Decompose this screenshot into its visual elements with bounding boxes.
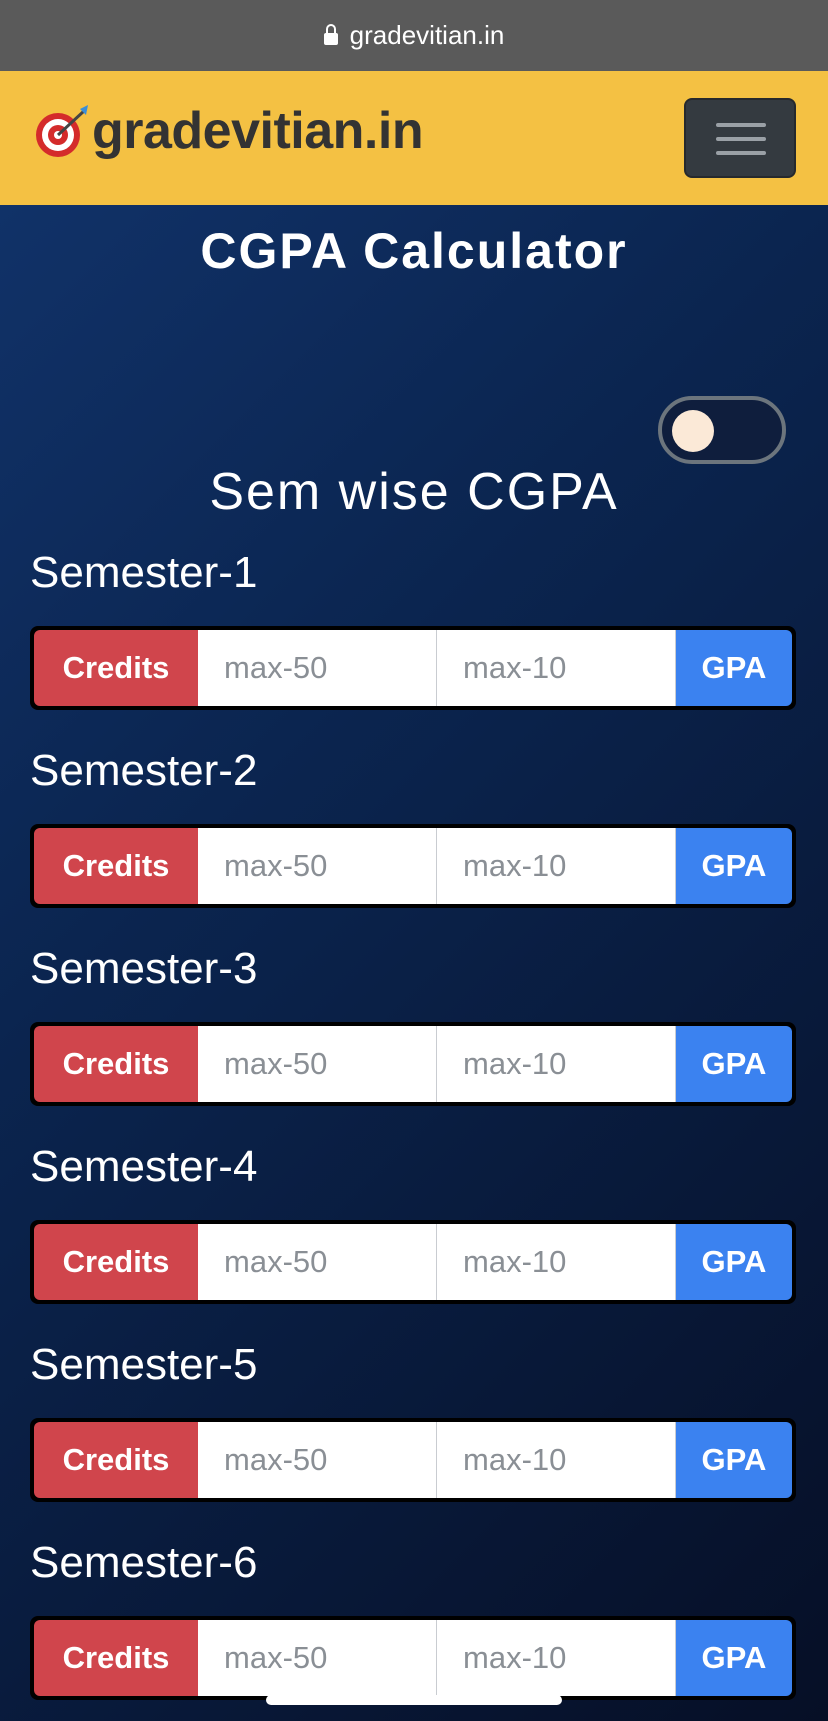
gpa-input[interactable]: max-10 xyxy=(437,1620,676,1696)
gpa-addon: GPA xyxy=(676,1422,792,1498)
input-group-row: Credits max-50 max-10 GPA xyxy=(34,1422,792,1498)
gpa-addon: GPA xyxy=(676,1224,792,1300)
credits-input[interactable]: max-50 xyxy=(198,1620,437,1696)
semester-label: Semester-2 xyxy=(30,746,258,795)
gpa-input[interactable]: max-10 xyxy=(437,630,676,706)
brand-link[interactable]: gradevitian.in xyxy=(32,101,424,161)
gpa-addon: GPA xyxy=(676,828,792,904)
semester-input-group: Credits max-50 max-10 GPA xyxy=(30,1022,796,1106)
semester-input-group: Credits max-50 max-10 GPA xyxy=(30,824,796,908)
credits-input[interactable]: max-50 xyxy=(198,1422,437,1498)
semester-input-group: Credits max-50 max-10 GPA xyxy=(30,1220,796,1304)
url-text: gradevitian.in xyxy=(349,20,505,50)
semester-label: Semester-1 xyxy=(30,548,258,597)
section-title: Sem wise CGPA xyxy=(209,463,619,521)
target-dart-icon xyxy=(36,105,88,157)
semester-input-group: Credits max-50 max-10 GPA xyxy=(30,1418,796,1502)
lock-icon xyxy=(323,23,338,45)
semester-input-group: Credits max-50 max-10 GPA xyxy=(30,626,796,710)
credits-addon: Credits xyxy=(34,1422,198,1498)
page-title: CGPA Calculator xyxy=(200,223,628,279)
gpa-addon: GPA xyxy=(676,1620,792,1696)
hamburger-icon-line xyxy=(716,137,766,141)
input-group-row: Credits max-50 max-10 GPA xyxy=(34,828,792,904)
gpa-addon: GPA xyxy=(676,630,792,706)
credits-input[interactable]: max-50 xyxy=(198,1224,437,1300)
input-group-row: Credits max-50 max-10 GPA xyxy=(34,630,792,706)
toggle-knob xyxy=(672,410,714,452)
credits-addon: Credits xyxy=(34,1224,198,1300)
menu-toggle-button[interactable] xyxy=(684,98,796,178)
gpa-input[interactable]: max-10 xyxy=(437,1224,676,1300)
semester-label: Semester-6 xyxy=(30,1538,258,1587)
navbar: gradevitian.in xyxy=(0,71,828,205)
semester-label: Semester-4 xyxy=(30,1142,258,1191)
gpa-addon: GPA xyxy=(676,1026,792,1102)
semester-label: Semester-3 xyxy=(30,944,258,993)
gpa-input[interactable]: max-10 xyxy=(437,828,676,904)
credits-addon: Credits xyxy=(34,1620,198,1696)
credits-addon: Credits xyxy=(34,630,198,706)
mode-toggle-switch[interactable] xyxy=(658,396,786,464)
input-group-row: Credits max-50 max-10 GPA xyxy=(34,1620,792,1696)
gpa-input[interactable]: max-10 xyxy=(437,1026,676,1102)
hamburger-icon-line xyxy=(716,151,766,155)
semester-input-group: Credits max-50 max-10 GPA xyxy=(30,1616,796,1700)
brand-name: gradevitian.in xyxy=(92,102,424,160)
credits-addon: Credits xyxy=(34,828,198,904)
credits-addon: Credits xyxy=(34,1026,198,1102)
credits-input[interactable]: max-50 xyxy=(198,630,437,706)
input-group-row: Credits max-50 max-10 GPA xyxy=(34,1026,792,1102)
credits-input[interactable]: max-50 xyxy=(198,1026,437,1102)
browser-url-bar[interactable]: gradevitian.in xyxy=(0,0,828,71)
input-group-row: Credits max-50 max-10 GPA xyxy=(34,1224,792,1300)
hamburger-icon-line xyxy=(716,123,766,127)
home-indicator xyxy=(266,1695,562,1705)
gpa-input[interactable]: max-10 xyxy=(437,1422,676,1498)
credits-input[interactable]: max-50 xyxy=(198,828,437,904)
semester-label: Semester-5 xyxy=(30,1340,258,1389)
